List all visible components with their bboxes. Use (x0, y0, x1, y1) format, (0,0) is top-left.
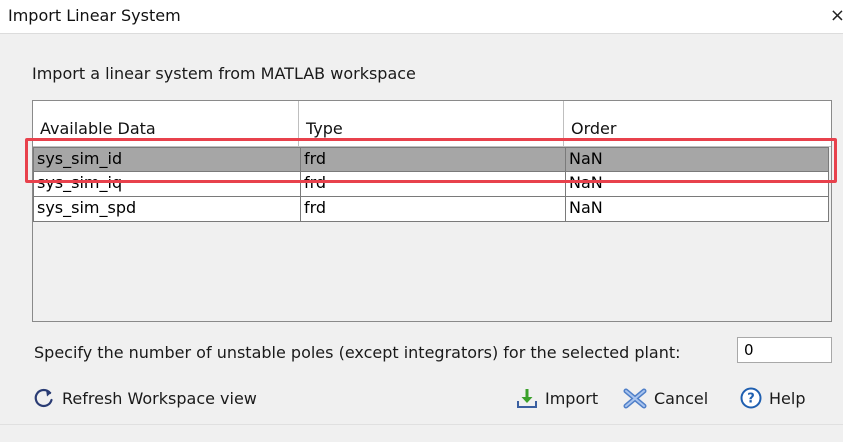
unstable-poles-input[interactable] (737, 337, 832, 363)
help-label: Help (769, 388, 806, 408)
cancel-button[interactable]: Cancel (623, 384, 708, 412)
unstable-poles-label: Specify the number of unstable poles (ex… (34, 343, 681, 362)
import-icon (516, 387, 538, 409)
column-header-order[interactable]: Order (563, 101, 831, 147)
cell-order: NaN (565, 148, 829, 172)
import-button[interactable]: Import (516, 384, 598, 412)
window-title: Import Linear System (8, 6, 181, 25)
close-icon[interactable]: × (830, 5, 843, 26)
available-data-table: Available Data Type Order sys_sim_id frd… (32, 100, 832, 322)
help-button[interactable]: ? Help (740, 384, 805, 412)
svg-text:?: ? (747, 392, 755, 407)
cell-available-data: sys_sim_iq (37, 173, 123, 192)
cell-type: frd (300, 148, 565, 172)
table-header: Available Data Type Order (33, 101, 831, 147)
cell-type: frd (300, 172, 565, 196)
refresh-workspace-button[interactable]: Refresh Workspace view (33, 384, 257, 412)
cell-available-data: sys_sim_id (37, 149, 123, 168)
title-bar: Import Linear System × (0, 0, 843, 34)
cell-order: NaN (565, 172, 829, 196)
cell-type: frd (300, 197, 565, 221)
intro-label: Import a linear system from MATLAB works… (32, 64, 416, 83)
cancel-label: Cancel (654, 388, 709, 408)
help-icon: ? (740, 387, 762, 409)
cancel-icon (623, 387, 647, 409)
refresh-label: Refresh Workspace view (62, 388, 257, 408)
refresh-icon (33, 387, 55, 409)
table-row[interactable]: sys_sim_spd frd NaN (33, 197, 829, 222)
table-row[interactable]: sys_sim_iq frd NaN (33, 172, 829, 197)
cell-available-data: sys_sim_spd (37, 198, 137, 217)
table-row-selected[interactable]: sys_sim_id frd NaN (33, 147, 829, 172)
column-header-available-data[interactable]: Available Data (33, 101, 298, 147)
import-label: Import (545, 388, 599, 408)
dialog-bottom-edge (0, 424, 843, 442)
column-header-type[interactable]: Type (298, 101, 563, 147)
cell-order: NaN (565, 197, 829, 221)
